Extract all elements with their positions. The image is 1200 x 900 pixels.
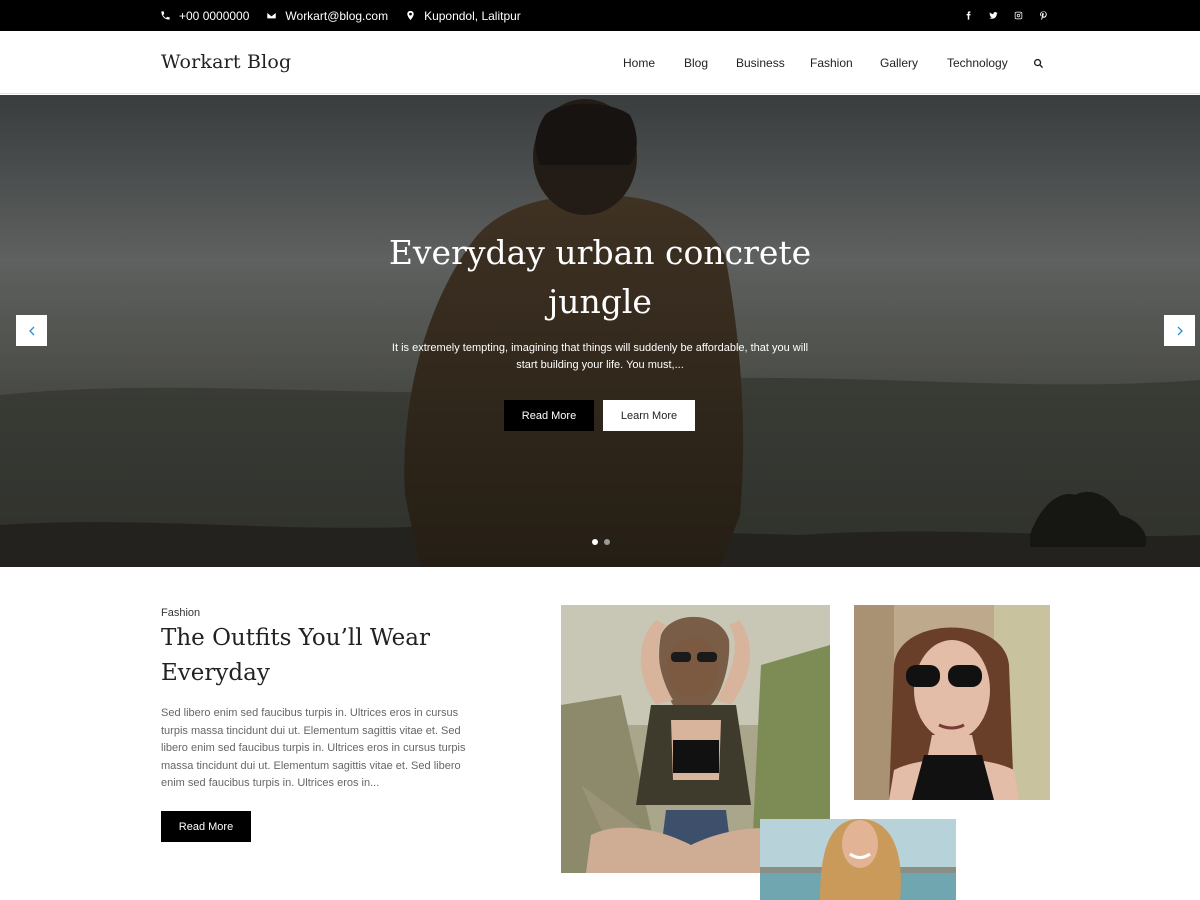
contact-phone[interactable]: +00 0000000 — [160, 9, 249, 23]
hero-slider: Everyday urban concrete jungle It is ext… — [0, 95, 1200, 567]
pinterest-icon[interactable] — [1039, 11, 1048, 21]
hero-learn-more-button[interactable]: Learn More — [603, 400, 695, 431]
featured-category[interactable]: Fashion — [161, 607, 200, 619]
nav-business[interactable]: Business — [736, 56, 785, 70]
email-text: Workart@blog.com — [285, 8, 389, 23]
main-nav: Home Blog Business Fashion Gallery Techn… — [0, 31, 1200, 94]
slider-next-button[interactable] — [1164, 315, 1195, 346]
search-icon[interactable] — [1033, 58, 1044, 69]
nav-fashion[interactable]: Fashion — [810, 56, 853, 70]
hero-excerpt: It is extremely tempting, imagining that… — [391, 342, 809, 371]
location-pin-icon — [407, 10, 414, 21]
site-header: Workart Blog Home Blog Business Fashion … — [0, 31, 1200, 94]
contact-address: Kupondol, Lalitpur — [405, 9, 521, 23]
featured-read-more-button[interactable]: Read More — [161, 811, 251, 842]
contact-info: +00 0000000 Workart@blog.com Kupondol, L… — [160, 0, 538, 31]
hero-title: Everyday urban concrete jungle — [388, 233, 812, 321]
contact-email[interactable]: Workart@blog.com — [266, 9, 388, 23]
slider-prev-button[interactable] — [16, 315, 47, 346]
twitter-icon[interactable] — [989, 11, 998, 21]
phone-text: +00 0000000 — [179, 8, 250, 23]
phone-icon — [161, 11, 170, 20]
hero-overlay — [0, 95, 1200, 567]
fashion-photo-beach-woman — [760, 819, 956, 900]
top-bar: +00 0000000 Workart@blog.com Kupondol, L… — [0, 0, 1200, 31]
instagram-icon[interactable] — [1014, 11, 1023, 21]
nav-technology[interactable]: Technology — [947, 56, 1008, 70]
social-links — [948, 0, 1048, 31]
featured-excerpt: Sed libero enim sed faucibus turpis in. … — [161, 707, 466, 789]
fashion-photo-sunglasses-woman — [854, 605, 1050, 800]
nav-home[interactable]: Home — [623, 56, 655, 70]
slider-dot-1[interactable] — [592, 539, 598, 545]
nav-blog[interactable]: Blog — [684, 56, 708, 70]
chevron-right-icon — [1177, 326, 1183, 335]
slider-pagination — [592, 539, 616, 545]
chevron-left-icon — [28, 326, 34, 335]
nav-gallery[interactable]: Gallery — [880, 56, 918, 70]
featured-title[interactable]: The Outfits You’ll Wear Everyday — [161, 621, 481, 691]
envelope-icon — [266, 11, 277, 20]
address-text: Kupondol, Lalitpur — [424, 8, 521, 23]
hero-read-more-button[interactable]: Read More — [504, 400, 594, 431]
slider-dot-2[interactable] — [604, 539, 610, 545]
facebook-icon[interactable] — [964, 11, 973, 21]
